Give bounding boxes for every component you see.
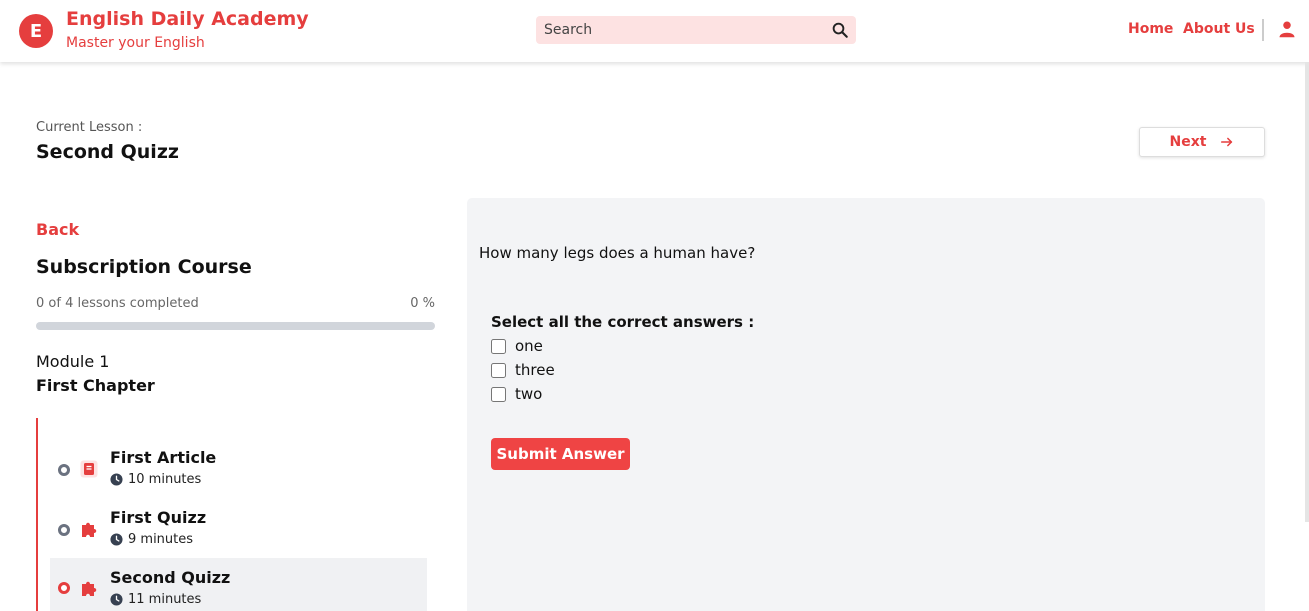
- logo-icon[interactable]: E: [19, 14, 53, 48]
- submit-answer-button[interactable]: Submit Answer: [491, 438, 630, 470]
- lesson-item-first-article[interactable]: First Article 10 minutes: [50, 442, 427, 498]
- lesson-item-first-quizz[interactable]: First Quizz 9 minutes: [50, 502, 427, 558]
- puzzle-icon: [82, 522, 97, 537]
- back-link[interactable]: Back: [36, 220, 79, 239]
- lesson-duration: 9 minutes: [110, 532, 193, 547]
- clock-icon: [110, 593, 123, 606]
- book-icon: [80, 460, 98, 478]
- progress-percent: 0 %: [410, 296, 435, 311]
- lesson-duration: 10 minutes: [110, 472, 201, 487]
- answer-option-one[interactable]: one: [491, 337, 543, 355]
- next-button-label: Next: [1169, 134, 1207, 150]
- lesson-duration: 11 minutes: [110, 592, 201, 607]
- lesson-duration-text: 11 minutes: [128, 592, 202, 607]
- search-bar: [536, 16, 856, 44]
- clock-icon: [110, 473, 123, 486]
- lesson-duration-text: 9 minutes: [128, 532, 194, 547]
- quiz-question: How many legs does a human have?: [479, 244, 756, 262]
- lesson-duration-text: 10 minutes: [128, 472, 202, 487]
- answer-option-label: three: [515, 361, 555, 379]
- nav-home-link[interactable]: Home: [1128, 21, 1173, 37]
- search-icon[interactable]: [831, 21, 849, 39]
- quiz-panel: How many legs does a human have? Select …: [467, 198, 1265, 611]
- nav-about-link[interactable]: About Us: [1183, 21, 1255, 37]
- clock-icon: [110, 533, 123, 546]
- arrow-right-icon: [1221, 137, 1233, 147]
- chapter-title: First Chapter: [36, 376, 155, 395]
- progress-text: 0 of 4 lessons completed: [36, 296, 199, 311]
- status-ring-icon: [58, 464, 70, 476]
- select-answers-label: Select all the correct answers :: [491, 313, 755, 331]
- answer-checkbox[interactable]: [491, 386, 506, 402]
- status-ring-icon: [58, 524, 70, 536]
- user-icon[interactable]: [1278, 20, 1296, 38]
- progress-bar: [36, 322, 435, 330]
- page-scrollbar[interactable]: [1305, 62, 1309, 522]
- brand-subtitle: Master your English: [66, 35, 205, 51]
- status-ring-icon: [58, 582, 70, 594]
- answer-checkbox[interactable]: [491, 362, 506, 378]
- top-header: E English Daily Academy Master your Engl…: [0, 0, 1309, 62]
- lesson-title: Second Quizz: [110, 568, 231, 587]
- brand-title[interactable]: English Daily Academy: [66, 8, 309, 30]
- lesson-title: First Article: [110, 448, 217, 467]
- answer-option-label: one: [515, 337, 543, 355]
- current-lesson-title: Second Quizz: [36, 141, 179, 163]
- lesson-title: First Quizz: [110, 508, 207, 527]
- puzzle-icon: [82, 581, 97, 596]
- answer-checkbox[interactable]: [491, 338, 506, 354]
- course-title: Subscription Course: [36, 256, 252, 278]
- current-lesson-label: Current Lesson :: [36, 120, 143, 135]
- nav-divider: [1262, 19, 1264, 41]
- module-label: Module 1: [36, 352, 110, 371]
- timeline-line: [36, 418, 38, 611]
- next-button[interactable]: Next: [1139, 127, 1265, 157]
- answer-option-two[interactable]: two: [491, 385, 542, 403]
- answer-option-three[interactable]: three: [491, 361, 555, 379]
- answer-option-label: two: [515, 385, 543, 403]
- lesson-item-second-quizz[interactable]: Second Quizz 11 minutes: [50, 558, 427, 611]
- search-input[interactable]: [536, 16, 826, 44]
